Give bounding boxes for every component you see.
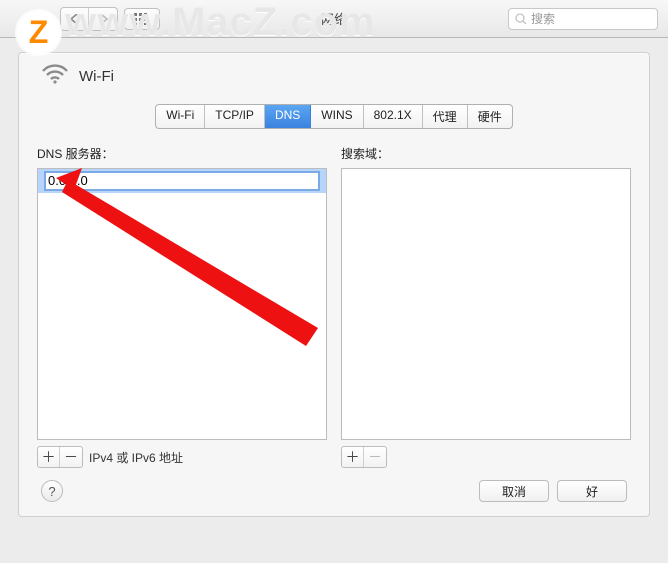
tab-8021x[interactable]: 802.1X	[364, 105, 423, 128]
tab-wins[interactable]: WINS	[311, 105, 363, 128]
search-domains-label: 搜索域：	[341, 145, 631, 162]
dns-hint: IPv4 或 IPv6 地址	[89, 449, 183, 466]
dns-remove-button[interactable]: －	[60, 447, 82, 467]
dns-add-button[interactable]: ＋	[38, 447, 60, 467]
search-domain-add-button[interactable]: ＋	[342, 447, 364, 467]
dns-entry-row[interactable]: 0.0.0.0	[38, 169, 326, 193]
search-input[interactable]: 搜索	[508, 8, 658, 30]
wifi-label: Wi-Fi	[79, 68, 114, 85]
columns: DNS 服务器： 0.0.0.0 ＋ － IPv4 或 IPv6 地址 搜索域：	[37, 145, 631, 468]
tab-dns[interactable]: DNS	[265, 105, 311, 128]
search-domain-remove-button[interactable]: －	[364, 447, 386, 467]
watermark-text: www.MacZ.com	[65, 0, 376, 45]
wifi-header: Wi-Fi	[37, 63, 631, 96]
macz-logo: Z	[17, 11, 60, 54]
search-placeholder: 搜索	[531, 10, 555, 27]
tabs-row: Wi-Fi TCP/IP DNS WINS 802.1X 代理 硬件	[37, 104, 631, 129]
dns-servers-label: DNS 服务器：	[37, 145, 327, 162]
search-domains-list[interactable]	[341, 168, 631, 440]
dns-add-remove: ＋ － IPv4 或 IPv6 地址	[37, 446, 327, 468]
dns-servers-list[interactable]: 0.0.0.0	[37, 168, 327, 440]
search-icon	[515, 13, 527, 25]
tab-tcpip[interactable]: TCP/IP	[205, 105, 265, 128]
content: Wi-Fi Wi-Fi TCP/IP DNS WINS 802.1X 代理 硬件…	[0, 38, 668, 531]
help-button[interactable]: ?	[41, 480, 63, 502]
tab-proxy[interactable]: 代理	[423, 105, 468, 128]
ok-button[interactable]: 好	[557, 480, 627, 502]
cancel-button[interactable]: 取消	[479, 480, 549, 502]
dns-entry-input[interactable]: 0.0.0.0	[44, 171, 320, 191]
tab-wifi[interactable]: Wi-Fi	[156, 105, 205, 128]
dns-servers-column: DNS 服务器： 0.0.0.0 ＋ － IPv4 或 IPv6 地址	[37, 145, 327, 468]
search-domains-column: 搜索域： ＋ －	[341, 145, 631, 468]
footer: ? 取消 好	[37, 468, 631, 502]
segmented-tabs: Wi-Fi TCP/IP DNS WINS 802.1X 代理 硬件	[155, 104, 512, 129]
search-domains-add-remove: ＋ －	[341, 446, 631, 468]
settings-panel: Wi-Fi Wi-Fi TCP/IP DNS WINS 802.1X 代理 硬件…	[18, 52, 650, 517]
wifi-icon	[41, 63, 69, 90]
tab-hardware[interactable]: 硬件	[468, 105, 512, 128]
